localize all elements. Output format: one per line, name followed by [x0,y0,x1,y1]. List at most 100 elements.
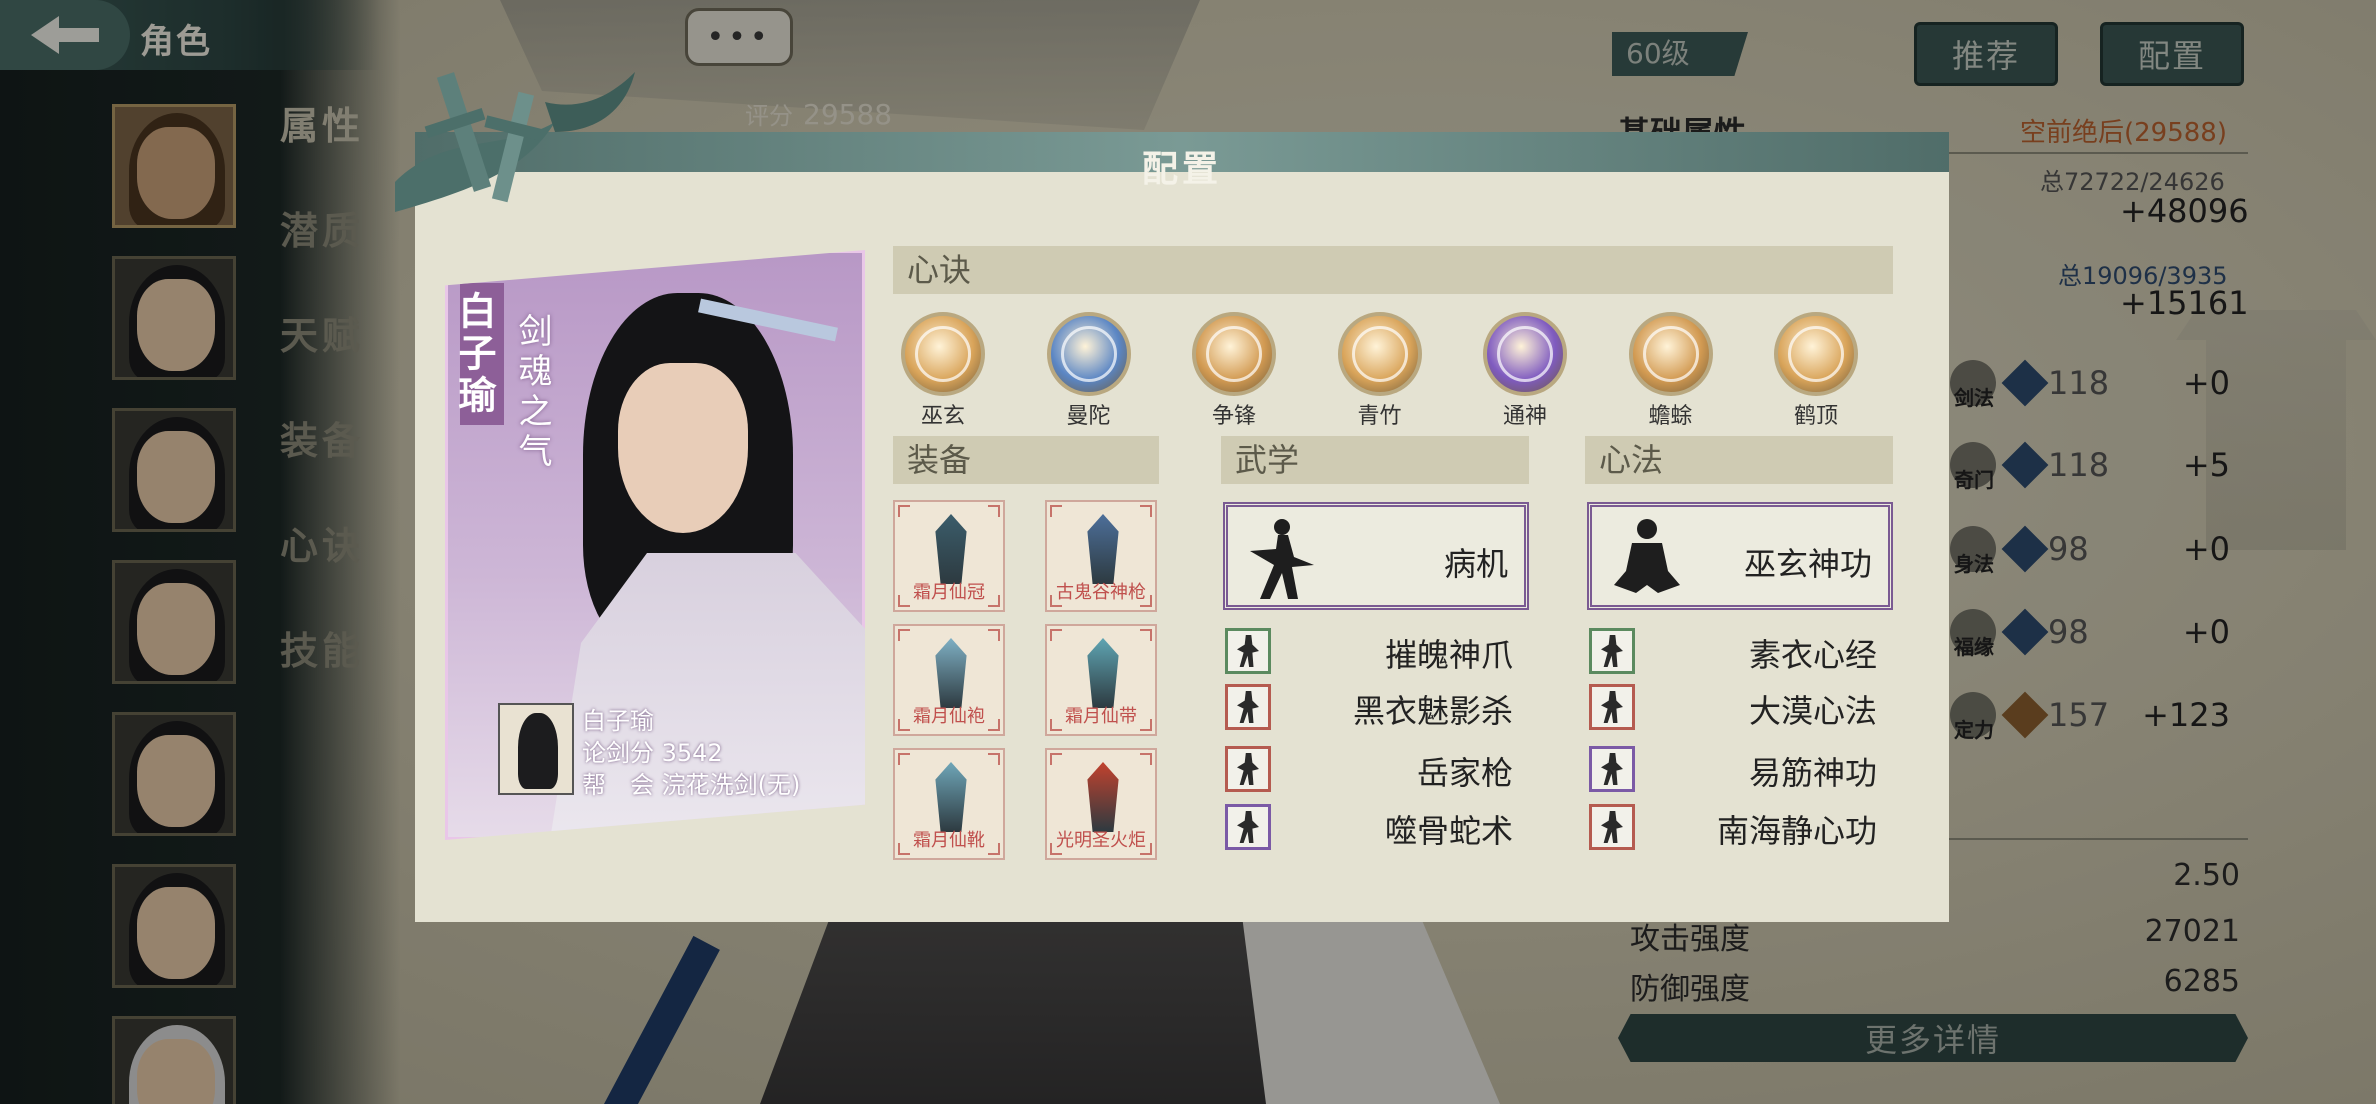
config-modal: 配置 白子瑜 剑魂之气 白子瑜 论剑分 3542 帮 会 浣花洗剑(无) 心诀 … [395,72,1949,922]
equipment-name: 霜月仙冠 [913,582,985,603]
equipment-slot[interactable]: 古鬼谷神枪 [1045,500,1157,612]
skill-name: 大漠心法 [1748,692,1877,730]
xinjue-label: 蟾蜍 [1648,404,1693,429]
xinjue-item[interactable]: 通神 [1477,312,1573,430]
equipment-header: 装备 [893,436,1159,484]
equipment-item-icon [1087,514,1119,584]
xinjue-item[interactable]: 青竹 [1332,312,1428,430]
slot-corner [898,629,910,641]
xinjue-header: 心诀 [893,246,1893,294]
figure-silhouette [1601,811,1623,843]
meditation-figure-icon [1614,519,1680,593]
main-martial-skill-name: 病机 [1443,545,1508,583]
xinjue-emblem-icon [1337,312,1422,396]
character-title: 剑魂之气 [512,313,552,473]
skill-figure-icon [1589,804,1635,850]
equipment-item-icon [935,638,967,708]
main-heart-skill-name: 巫玄神功 [1743,545,1872,583]
skill-row[interactable]: 黑衣魅影杀 [1223,682,1529,730]
slot-corner [1050,753,1062,765]
skill-figure-icon [1225,804,1271,850]
equipment-slot[interactable]: 光明圣火炬 [1045,748,1157,860]
figure-silhouette [1237,753,1259,785]
character-card[interactable]: 白子瑜 剑魂之气 白子瑜 论剑分 3542 帮 会 浣花洗剑(无) [445,250,865,840]
equipment-slot[interactable]: 霜月仙冠 [893,500,1005,612]
info-guild: 帮 会 浣花洗剑(无) [582,771,801,799]
martial-figure-icon [1250,519,1314,599]
skill-row[interactable]: 南海静心功 [1587,802,1893,850]
equipment-item-icon [935,514,967,584]
equipment-name: 霜月仙靴 [913,830,985,851]
xinjue-item[interactable]: 巫玄 [895,312,991,430]
xinjue-item[interactable]: 争锋 [1186,312,1282,430]
slot-corner [988,505,1000,517]
figure-silhouette [1601,753,1623,785]
equipment-item-icon [1087,762,1119,832]
skill-row[interactable]: 易筋神功 [1587,744,1893,792]
skill-figure-icon [1225,628,1271,674]
emblem-ring [1788,326,1844,382]
skill-row[interactable]: 噬骨蛇术 [1223,802,1529,850]
xinjue-item[interactable]: 曼陀 [1041,312,1137,430]
skill-row[interactable]: 摧魄神爪 [1223,626,1529,674]
main-martial-skill[interactable]: 病机 [1223,502,1529,610]
xinjue-label: 巫玄 [920,404,965,429]
slot-corner [1140,753,1152,765]
skill-name: 素衣心经 [1748,636,1877,674]
emblem-ring [1060,326,1117,382]
skill-name: 岳家枪 [1416,754,1513,792]
equipment-name: 古鬼谷神枪 [1056,582,1146,603]
skill-row[interactable]: 岳家枪 [1223,744,1529,792]
xinjue-label: 通神 [1502,404,1547,429]
equipment-item-icon [1087,638,1119,708]
skill-name: 摧魄神爪 [1384,636,1513,674]
emblem-ring [1206,326,1262,382]
equipment-name: 霜月仙袍 [913,706,985,727]
equipment-name: 光明圣火炬 [1056,830,1146,851]
slot-corner [1140,629,1152,641]
equipment-slot[interactable]: 霜月仙带 [1045,624,1157,736]
xinjue-label: 鹤顶 [1793,404,1838,429]
skill-name: 易筋神功 [1748,754,1877,792]
xinjue-emblem-icon [1774,312,1858,396]
equipment-slot[interactable]: 霜月仙靴 [893,748,1005,860]
xinjue-item[interactable]: 鹤顶 [1768,312,1864,430]
skill-name: 南海静心功 [1716,812,1877,850]
skill-name: 黑衣魅影杀 [1352,692,1513,730]
avatar [498,703,574,795]
skill-figure-icon [1589,628,1635,674]
slot-corner [988,629,1000,641]
equipment-name: 霜月仙带 [1065,706,1137,727]
wuxue-header: 武学 [1221,436,1529,484]
slot-corner [898,753,910,765]
equipment-item-icon [935,762,967,832]
figure-silhouette [1237,691,1259,723]
skill-figure-icon [1225,684,1271,730]
skill-figure-icon [1589,746,1635,792]
emblem-ring [1497,326,1553,382]
emblem-ring [1351,326,1408,382]
skill-figure-icon [1225,746,1271,792]
skill-row[interactable]: 大漠心法 [1587,682,1893,730]
skill-row[interactable]: 素衣心经 [1587,626,1893,674]
slot-corner [1050,629,1062,641]
slot-corner [1050,505,1062,517]
skill-figure-icon [1589,684,1635,730]
xinjue-item[interactable]: 蟾蜍 [1623,312,1719,430]
xinjue-emblem-icon [1192,312,1276,396]
figure-silhouette [1601,691,1623,723]
xinfa-header: 心法 [1585,436,1893,484]
slot-corner [898,505,910,517]
slot-corner [988,753,1000,765]
info-name: 白子瑜 [582,707,654,735]
skill-name: 噬骨蛇术 [1384,812,1513,850]
main-heart-skill[interactable]: 巫玄神功 [1587,502,1893,610]
xinjue-emblem-icon [1046,312,1131,396]
xinjue-label: 争锋 [1211,404,1256,429]
xinjue-emblem-icon [901,312,985,396]
swords-emblem-icon [395,72,635,212]
equipment-slot[interactable]: 霜月仙袍 [893,624,1005,736]
figure-silhouette [1237,635,1259,667]
xinjue-label: 青竹 [1357,404,1402,429]
modal-title: 配置 [1141,149,1222,190]
